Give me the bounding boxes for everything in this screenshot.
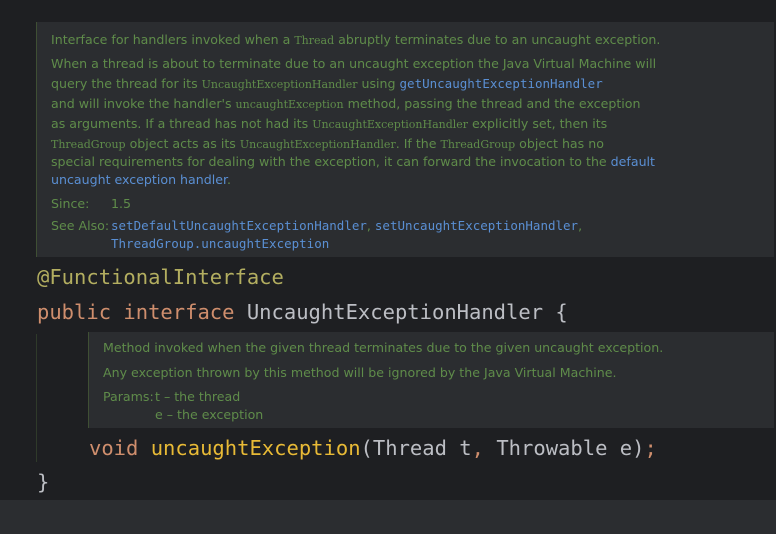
code-line-interface-declaration[interactable]: public interface UncaughtExceptionHandle… <box>37 298 568 326</box>
link-setDefaultUncaughtExceptionHandler[interactable]: setDefaultUncaughtExceptionHandler <box>111 218 367 233</box>
doc-line: When a thread is about to terminate due … <box>51 56 657 71</box>
open-brace: { <box>555 300 568 324</box>
see-also-row: ThreadGroup.uncaughtException <box>111 234 329 253</box>
code-line-method-declaration[interactable]: void uncaughtException(Thread t, Throwab… <box>89 434 657 462</box>
link-uncaught-exception-handler[interactable]: uncaught exception handler <box>51 172 227 187</box>
interface-name: UncaughtExceptionHandler <box>246 300 544 324</box>
doc-line: Interface for handlers invoked when a Th… <box>51 32 661 47</box>
bottom-panel <box>0 500 776 534</box>
keyword-void: void <box>89 436 139 460</box>
param-throwable: Throwable e <box>496 436 633 460</box>
param-thread: Thread t <box>372 436 472 460</box>
since-label: Since: <box>51 196 90 211</box>
code-line-close-brace[interactable]: } <box>37 468 49 496</box>
doc-line: uncaught exception handler. <box>51 172 232 187</box>
param-e: e – the exception <box>155 407 264 422</box>
see-also-row: setDefaultUncaughtExceptionHandler, setU… <box>111 218 583 233</box>
rendered-javadoc-interface: Interface for handlers invoked when a Th… <box>36 22 774 257</box>
link-setUncaughtExceptionHandler[interactable]: setUncaughtExceptionHandler <box>375 218 578 233</box>
see-also-label: See Also: <box>51 218 110 233</box>
code-line-annotation[interactable]: @FunctionalInterface <box>37 263 284 291</box>
doc-line: Method invoked when the given thread ter… <box>103 340 664 355</box>
keyword-interface: interface <box>123 300 235 324</box>
link-getUncaughtExceptionHandler[interactable]: getUncaughtExceptionHandler <box>400 76 603 91</box>
annotation: @FunctionalInterface <box>37 265 284 289</box>
doc-line: as arguments. If a thread has not had it… <box>51 116 608 131</box>
close-brace: } <box>37 470 50 494</box>
doc-line: and will invoke the handler's uncaughtEx… <box>51 96 641 111</box>
code-editor[interactable]: Interface for handlers invoked when a Th… <box>0 0 776 500</box>
doc-line: special requirements for dealing with th… <box>51 154 655 169</box>
doc-line: Any exception thrown by this method will… <box>103 365 617 380</box>
doc-line: ThreadGroup object acts as its UncaughtE… <box>51 136 604 151</box>
method-name: uncaughtException <box>150 436 361 460</box>
since-value: 1.5 <box>111 196 132 211</box>
link-default-handler[interactable]: default <box>611 154 655 169</box>
keyword-public: public <box>37 300 112 324</box>
doc-line: query the thread for its UncaughtExcepti… <box>51 76 603 91</box>
params-label: Params: <box>103 389 154 404</box>
indent-guide <box>36 334 37 462</box>
param-t: t – the thread <box>155 389 241 404</box>
link-ThreadGroup-uncaughtException[interactable]: ThreadGroup.uncaughtException <box>111 236 329 251</box>
rendered-javadoc-method: Method invoked when the given thread ter… <box>88 332 774 428</box>
